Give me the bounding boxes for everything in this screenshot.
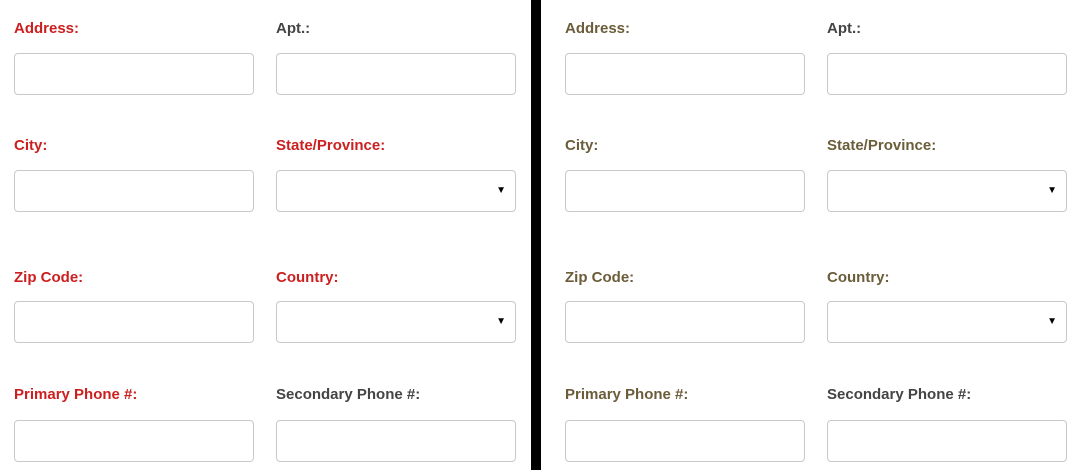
address-label: Address: xyxy=(565,20,631,37)
secondary-phone-label: Secondary Phone #: xyxy=(276,386,421,403)
dropdown-caret-icon: ▼ xyxy=(496,316,506,327)
apt-label: Apt.: xyxy=(276,20,311,37)
city-label: City: xyxy=(565,137,599,154)
primary-phone-input[interactable] xyxy=(14,420,254,462)
address-input[interactable] xyxy=(14,53,254,95)
state-province-label: State/Province: xyxy=(276,137,386,154)
country-select[interactable]: ▼ xyxy=(276,301,516,343)
zip-code-input[interactable] xyxy=(14,301,254,343)
address-form-right: Address: Apt.: City: State/Province: ▼ Z… xyxy=(541,0,1084,470)
city-input[interactable] xyxy=(565,170,805,212)
dropdown-caret-icon: ▼ xyxy=(1047,185,1057,196)
primary-phone-input[interactable] xyxy=(565,420,805,462)
dropdown-caret-icon: ▼ xyxy=(496,185,506,196)
state-province-label: State/Province: xyxy=(827,137,937,154)
primary-phone-label: Primary Phone #: xyxy=(14,386,138,403)
zip-code-label: Zip Code: xyxy=(565,269,635,286)
panel-divider xyxy=(531,0,541,470)
address-input[interactable] xyxy=(565,53,805,95)
secondary-phone-label: Secondary Phone #: xyxy=(827,386,972,403)
state-province-select[interactable]: ▼ xyxy=(827,170,1067,212)
zip-code-label: Zip Code: xyxy=(14,269,84,286)
zip-code-input[interactable] xyxy=(565,301,805,343)
country-select[interactable]: ▼ xyxy=(827,301,1067,343)
secondary-phone-input[interactable] xyxy=(276,420,516,462)
address-label: Address: xyxy=(14,20,80,37)
dropdown-caret-icon: ▼ xyxy=(1047,316,1057,327)
city-label: City: xyxy=(14,137,48,154)
secondary-phone-input[interactable] xyxy=(827,420,1067,462)
apt-label: Apt.: xyxy=(827,20,862,37)
country-label: Country: xyxy=(827,269,890,286)
country-label: Country: xyxy=(276,269,339,286)
state-province-select[interactable]: ▼ xyxy=(276,170,516,212)
apt-input[interactable] xyxy=(276,53,516,95)
city-input[interactable] xyxy=(14,170,254,212)
address-form-left: Address: Apt.: City: State/Province: ▼ Z… xyxy=(0,0,531,470)
primary-phone-label: Primary Phone #: xyxy=(565,386,689,403)
apt-input[interactable] xyxy=(827,53,1067,95)
